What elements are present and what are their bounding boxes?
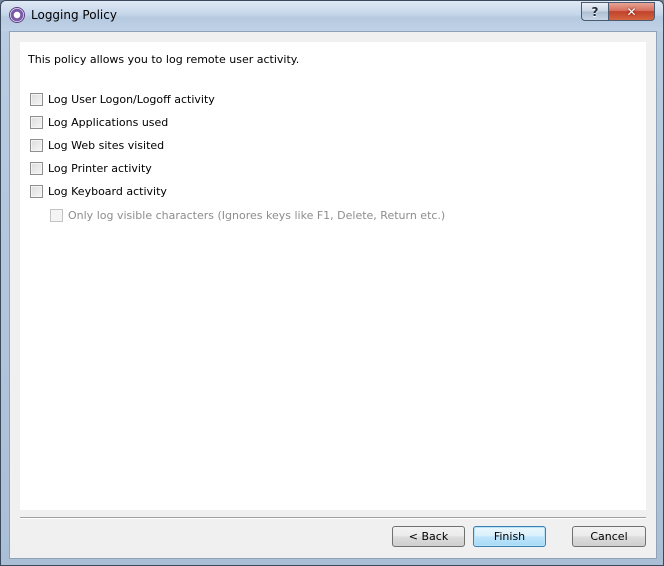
window-controls: ? ✕	[581, 2, 655, 21]
dialog-content: This policy allows you to log remote use…	[9, 31, 657, 559]
log-printer-checkbox[interactable]: Log Printer activity	[30, 162, 152, 175]
back-button[interactable]: < Back	[392, 526, 465, 547]
checkbox-label: Log Printer activity	[48, 162, 152, 175]
log-applications-checkbox[interactable]: Log Applications used	[30, 116, 168, 129]
footer-divider	[20, 517, 646, 519]
title-bar[interactable]: Logging Policy ? ✕	[1, 1, 663, 31]
checkbox-box[interactable]	[30, 93, 43, 106]
log-logon-checkbox[interactable]: Log User Logon/Logoff activity	[30, 93, 215, 106]
checkbox-box	[50, 209, 63, 222]
checkbox-box[interactable]	[30, 185, 43, 198]
cancel-button[interactable]: Cancel	[572, 526, 646, 547]
checkbox-label: Only log visible characters (Ignores key…	[68, 209, 446, 222]
finish-button[interactable]: Finish	[473, 526, 546, 547]
checkbox-box[interactable]	[30, 162, 43, 175]
close-icon[interactable]: ✕	[609, 2, 655, 21]
checkbox-label: Log User Logon/Logoff activity	[48, 93, 215, 106]
visible-characters-checkbox: Only log visible characters (Ignores key…	[50, 209, 445, 222]
dialog-window: Logging Policy ? ✕ This policy allows yo…	[0, 0, 664, 566]
intro-text: This policy allows you to log remote use…	[28, 53, 300, 66]
help-icon[interactable]: ?	[581, 2, 609, 21]
log-websites-checkbox[interactable]: Log Web sites visited	[30, 139, 164, 152]
window-title: Logging Policy	[31, 8, 117, 22]
checkbox-box[interactable]	[30, 139, 43, 152]
checkbox-label: Log Keyboard activity	[48, 185, 167, 198]
checkbox-label: Log Web sites visited	[48, 139, 165, 152]
policy-panel: This policy allows you to log remote use…	[20, 42, 646, 510]
app-logo-icon	[9, 7, 25, 23]
checkbox-box[interactable]	[30, 116, 43, 129]
checkbox-label: Log Applications used	[48, 116, 169, 129]
log-keyboard-checkbox[interactable]: Log Keyboard activity	[30, 185, 167, 198]
